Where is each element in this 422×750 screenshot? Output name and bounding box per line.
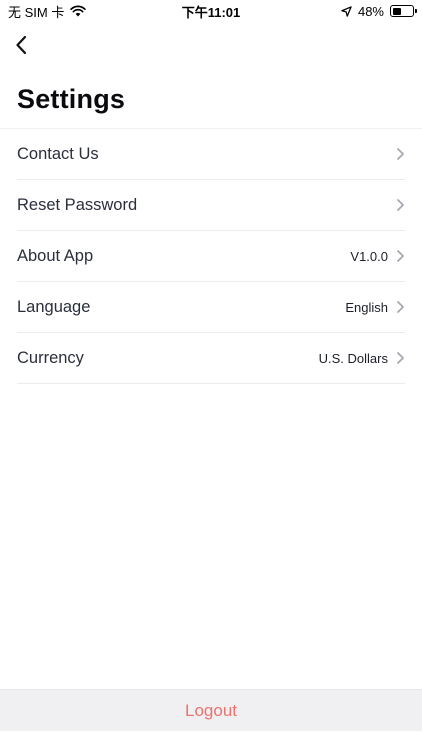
settings-screen: 无 SIM 卡 下午11:01 48% Settings Contact Us …	[0, 0, 422, 750]
row-label: About App	[17, 246, 94, 265]
row-label: Contact Us	[17, 144, 99, 163]
row-label: Language	[17, 297, 91, 316]
row-right	[388, 198, 405, 212]
back-button[interactable]	[6, 28, 36, 62]
chevron-right-icon	[397, 250, 404, 262]
row-right: English	[345, 300, 405, 315]
currency-value: U.S. Dollars	[318, 350, 388, 366]
status-time: 下午11:01	[181, 4, 241, 20]
battery-icon	[390, 5, 417, 17]
logout-label: Logout	[185, 700, 237, 720]
battery-fill	[392, 7, 402, 15]
logout-button[interactable]: Logout	[0, 689, 422, 731]
row-label: Reset Password	[17, 195, 138, 214]
settings-row-contact-us[interactable]: Contact Us	[17, 129, 405, 180]
row-right: U.S. Dollars	[319, 351, 405, 366]
settings-row-about-app[interactable]: About App V1.0.0	[17, 231, 405, 282]
location-arrow-icon	[341, 5, 352, 17]
settings-row-currency[interactable]: Currency U.S. Dollars	[17, 333, 405, 384]
chevron-right-icon	[397, 199, 404, 211]
app-version-value: V1.0.0	[350, 248, 388, 264]
row-label: Currency	[17, 348, 84, 367]
home-indicator-area	[0, 731, 422, 750]
battery-percent: 48%	[357, 3, 384, 19]
chevron-left-icon	[16, 35, 27, 55]
status-right: 48%	[294, 3, 417, 19]
row-right	[388, 147, 405, 161]
page-title: Settings	[17, 84, 126, 114]
carrier-text: 无 SIM 卡	[8, 4, 65, 20]
nav-bar	[0, 28, 422, 62]
settings-row-language[interactable]: Language English	[17, 282, 405, 333]
row-right: V1.0.0	[350, 249, 405, 264]
settings-row-reset-password[interactable]: Reset Password	[17, 180, 405, 231]
status-bar: 无 SIM 卡 下午11:01 48%	[0, 0, 422, 22]
chevron-right-icon	[397, 148, 404, 160]
status-left: 无 SIM 卡	[8, 2, 128, 21]
settings-list: Contact Us Reset Password About App V1.0…	[17, 129, 405, 384]
wifi-icon	[70, 5, 87, 17]
chevron-right-icon	[397, 352, 404, 364]
chevron-right-icon	[397, 301, 404, 313]
language-value: English	[345, 299, 388, 315]
